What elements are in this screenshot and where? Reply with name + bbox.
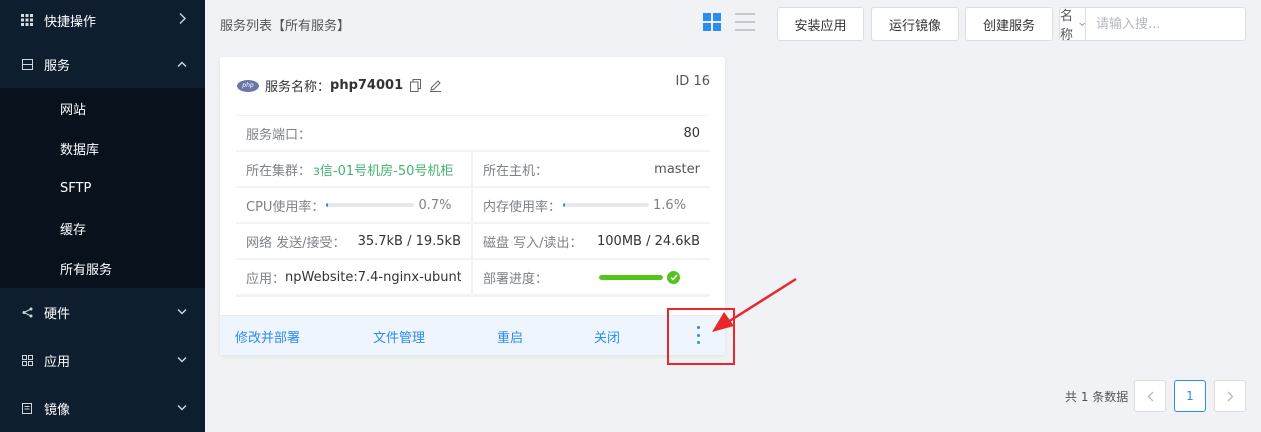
- cpu-value: 0.7%: [418, 197, 452, 213]
- app-cell: 应用： npWebsite:7.4-nginx-ubuntu: [236, 260, 471, 294]
- search-field-label: 名称: [1060, 9, 1074, 43]
- service-card: php 服务名称： php74001 ID 16 服务端口： 80 所在集群： …: [220, 57, 725, 355]
- service-name: php74001: [330, 78, 404, 93]
- host-cell: 所在主机： master: [473, 152, 710, 186]
- cpu-label: CPU使用率：: [246, 199, 325, 215]
- info-row-app: 应用： npWebsite:7.4-nginx-ubuntu 部署进度：: [236, 260, 710, 296]
- cpu-cell: CPU使用率： 0.7%: [236, 188, 471, 222]
- info-row-usage: CPU使用率： 0.7% 内存使用率： 1.6%: [236, 188, 710, 224]
- document-icon: [20, 402, 34, 414]
- install-app-button[interactable]: 安装应用: [777, 7, 864, 41]
- mem-cell: 内存使用率： 1.6%: [473, 188, 710, 222]
- nav-services-label: 服务: [44, 58, 71, 74]
- create-service-button[interactable]: 创建服务: [965, 7, 1053, 41]
- share-icon: [20, 307, 34, 318]
- nav-services[interactable]: 服务: [0, 40, 205, 88]
- sidebar: 快捷操作 服务 网站 数据库 SFTP 缓存 所有服务 硬件 应用 镜像: [0, 0, 205, 432]
- chevron-down-icon: [177, 402, 187, 415]
- deploy-progress-fill: [599, 274, 663, 280]
- grid-icon: [20, 14, 34, 26]
- search-input[interactable]: [1086, 8, 1261, 40]
- port-label: 服务端口：: [246, 127, 312, 143]
- info-row-io: 网络 发送/接受： 35.7kB / 19.5kB 磁盘 写入/读出： 100M…: [236, 224, 710, 260]
- chevron-left-icon: [1147, 391, 1153, 401]
- sidebar-item-sftp[interactable]: SFTP: [0, 168, 205, 208]
- port-value: 80: [683, 125, 700, 141]
- cluster-value[interactable]: з信-01号机房-50号机柜: [313, 160, 453, 179]
- mem-usage-fill: [563, 203, 565, 207]
- net-label: 网络 发送/接受：: [246, 235, 346, 251]
- chevron-down-icon: [1078, 22, 1085, 26]
- search-field-select[interactable]: 名称: [1060, 8, 1087, 43]
- nav-images[interactable]: 镜像: [0, 384, 205, 432]
- chevron-down-icon: [177, 306, 187, 319]
- annotation-arrow: [712, 277, 797, 332]
- service-id: ID 16: [675, 74, 710, 89]
- server-icon: [20, 58, 34, 70]
- file-manager-button[interactable]: 文件管理: [373, 327, 425, 346]
- sidebar-item-database[interactable]: 数据库: [0, 128, 205, 168]
- deploy-label: 部署进度：: [483, 271, 549, 287]
- page-1-button[interactable]: 1: [1174, 380, 1206, 412]
- chevron-up-icon: [177, 58, 187, 71]
- prev-page-button[interactable]: [1134, 380, 1166, 412]
- page-title: 服务列表【所有服务】: [220, 19, 351, 34]
- service-info-panel: 服务端口： 80 所在集群： з信-01号机房-50号机柜 所在主机： mast…: [236, 115, 710, 297]
- grid-view-icon[interactable]: [703, 13, 721, 31]
- sidebar-item-cache[interactable]: 缓存: [0, 208, 205, 248]
- card-actions: 修改并部署 文件管理 重启 关闭: [220, 315, 725, 355]
- host-label: 所在主机：: [483, 163, 549, 179]
- cluster-label: 所在集群：: [246, 163, 312, 179]
- nav-apps[interactable]: 应用: [0, 336, 205, 384]
- pagination-total: 共 1 条数据: [1065, 390, 1129, 404]
- nav-quick-ops-label: 快捷操作: [44, 14, 97, 30]
- disk-cell: 磁盘 写入/读出： 100MB / 24.6kB: [473, 224, 710, 258]
- sidebar-item-website[interactable]: 网站: [0, 88, 205, 128]
- app-value: npWebsite:7.4-nginx-ubuntu: [285, 269, 461, 285]
- services-submenu: 网站 数据库 SFTP 缓存 所有服务: [0, 88, 205, 288]
- search-box: 名称: [1059, 7, 1261, 43]
- chevron-right-icon: [179, 12, 187, 28]
- nav-hardware[interactable]: 硬件: [0, 288, 205, 336]
- disk-value: 100MB / 24.6kB: [597, 233, 700, 249]
- info-row-port: 服务端口： 80: [236, 116, 710, 152]
- cpu-usage-bar: [326, 203, 415, 207]
- sidebar-item-all-services[interactable]: 所有服务: [0, 248, 205, 288]
- deploy-cell: 部署进度：: [473, 260, 710, 294]
- net-cell: 网络 发送/接受： 35.7kB / 19.5kB: [236, 224, 471, 258]
- copy-icon[interactable]: [410, 78, 422, 93]
- run-image-button[interactable]: 运行镜像: [871, 7, 959, 41]
- nav-apps-label: 应用: [44, 354, 71, 370]
- chevron-right-icon: [1227, 391, 1233, 401]
- next-page-button[interactable]: [1214, 380, 1246, 412]
- mem-label: 内存使用率：: [483, 199, 562, 215]
- cluster-cell: 所在集群： з信-01号机房-50号机柜: [236, 152, 471, 186]
- app-label: 应用：: [246, 271, 286, 287]
- net-value: 35.7kB / 19.5kB: [357, 233, 461, 249]
- deploy-progress-bar: [599, 274, 663, 280]
- list-view-icon[interactable]: [735, 13, 755, 31]
- host-value: master: [654, 161, 700, 177]
- modify-deploy-button[interactable]: 修改并部署: [235, 327, 300, 346]
- chevron-down-icon: [177, 354, 187, 367]
- apps-icon: [20, 354, 34, 366]
- service-name-label: 服务名称：: [265, 80, 331, 95]
- port-cell: 服务端口： 80: [236, 116, 710, 150]
- check-circle-icon: [667, 270, 680, 284]
- mem-value: 1.6%: [653, 197, 687, 213]
- nav-images-label: 镜像: [44, 402, 71, 418]
- edit-icon[interactable]: [429, 79, 442, 93]
- php-logo-icon: php: [237, 79, 259, 92]
- restart-button[interactable]: 重启: [497, 327, 523, 346]
- disk-label: 磁盘 写入/读出：: [483, 235, 583, 251]
- stop-button[interactable]: 关闭: [594, 327, 620, 346]
- card-header: php 服务名称： php74001: [237, 76, 442, 95]
- mem-usage-bar: [563, 203, 650, 207]
- nav-quick-ops[interactable]: 快捷操作: [0, 0, 205, 40]
- info-row-location: 所在集群： з信-01号机房-50号机柜 所在主机： master: [236, 152, 710, 188]
- nav-hardware-label: 硬件: [44, 306, 71, 322]
- cpu-usage-fill: [326, 203, 329, 207]
